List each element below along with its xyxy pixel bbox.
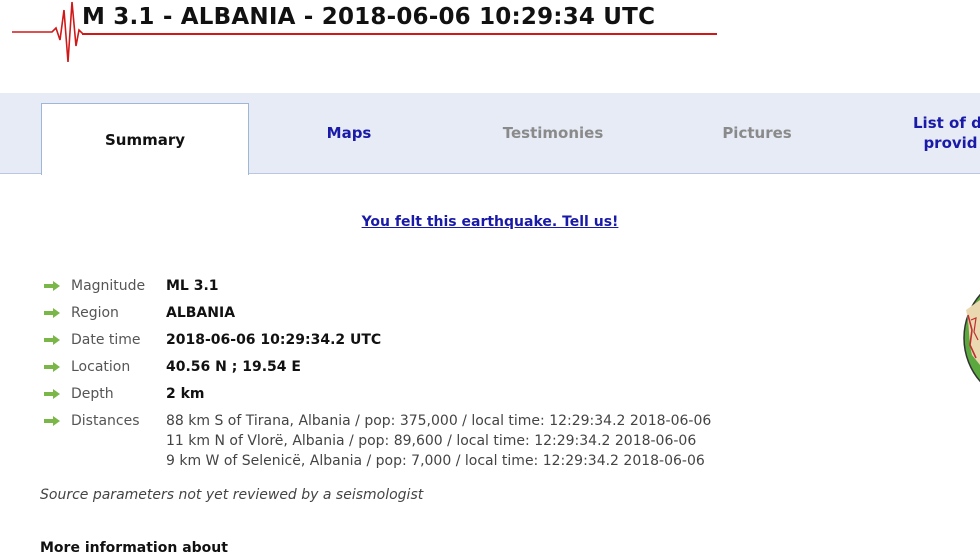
page: M 3.1 - ALBANIA - 2018-06-06 10:29:34 UT…	[0, 0, 980, 552]
arrow-right-icon	[44, 384, 62, 404]
arrow-right-icon	[44, 276, 62, 296]
detail-row-location: Location 40.56 N ; 19.54 E	[44, 357, 711, 377]
tab-testimonies[interactable]: Testimonies	[451, 93, 655, 173]
felt-earthquake-link[interactable]: You felt this earthquake. Tell us!	[362, 214, 619, 230]
tab-bar: Summary Maps Testimonies Pictures List o…	[0, 93, 980, 175]
title-underline	[82, 33, 717, 35]
distances-list: 88 km S of Tirana, Albania / pop: 375,00…	[166, 411, 711, 471]
more-info-heading: More information about	[40, 540, 228, 552]
page-title: M 3.1 - ALBANIA - 2018-06-06 10:29:34 UT…	[82, 4, 656, 30]
depth-value: 2 km	[166, 386, 205, 402]
detail-row-depth: Depth 2 km	[44, 384, 711, 404]
depth-label: Depth	[71, 386, 114, 402]
distance-line: 88 km S of Tirana, Albania / pop: 375,00…	[166, 413, 712, 429]
review-note: Source parameters not yet reviewed by a …	[40, 487, 424, 503]
distance-line: 9 km W of Selenicë, Albania / pop: 7,000…	[166, 453, 705, 469]
location-label: Location	[71, 359, 131, 375]
arrow-right-icon	[44, 303, 62, 323]
tab-summary[interactable]: Summary	[41, 103, 249, 175]
detail-row-region: Region ALBANIA	[44, 303, 711, 323]
region-label: Region	[71, 305, 119, 321]
tab-testimonies-label: Testimonies	[502, 124, 604, 142]
datetime-value: 2018-06-06 10:29:34.2 UTC	[166, 332, 382, 348]
arrow-right-icon	[44, 411, 62, 431]
tab-maps-label: Maps	[326, 124, 372, 142]
tab-maps[interactable]: Maps	[247, 93, 451, 173]
detail-row-magnitude: Magnitude ML 3.1	[44, 276, 711, 296]
detail-row-datetime: Date time 2018-06-06 10:29:34.2 UTC	[44, 330, 711, 350]
tab-data-providers-label-line2: provid	[923, 134, 978, 152]
distances-label: Distances	[71, 413, 140, 429]
felt-earthquake-container: You felt this earthquake. Tell us!	[0, 211, 980, 230]
detail-row-distances: Distances 88 km S of Tirana, Albania / p…	[44, 411, 711, 471]
tab-data-providers[interactable]: List of d provid	[890, 93, 980, 173]
distance-line: 11 km N of Vlorë, Albania / pop: 89,600 …	[166, 433, 697, 449]
location-value: 40.56 N ; 19.54 E	[166, 359, 301, 375]
datetime-label: Date time	[71, 332, 141, 348]
tab-pictures[interactable]: Pictures	[655, 93, 859, 173]
header: M 3.1 - ALBANIA - 2018-06-06 10:29:34 UT…	[0, 0, 980, 70]
tab-summary-label: Summary	[104, 130, 186, 149]
region-value: ALBANIA	[166, 305, 236, 321]
arrow-right-icon	[44, 357, 62, 377]
tab-pictures-label: Pictures	[722, 124, 792, 142]
tab-data-providers-label-line1: List of d	[913, 114, 980, 132]
magnitude-label: Magnitude	[71, 278, 146, 294]
event-details: Magnitude ML 3.1 Region ALBANIA Date tim…	[44, 276, 711, 478]
magnitude-value: ML 3.1	[166, 278, 219, 294]
arrow-right-icon	[44, 330, 62, 350]
map-thumbnail[interactable]	[962, 270, 980, 405]
